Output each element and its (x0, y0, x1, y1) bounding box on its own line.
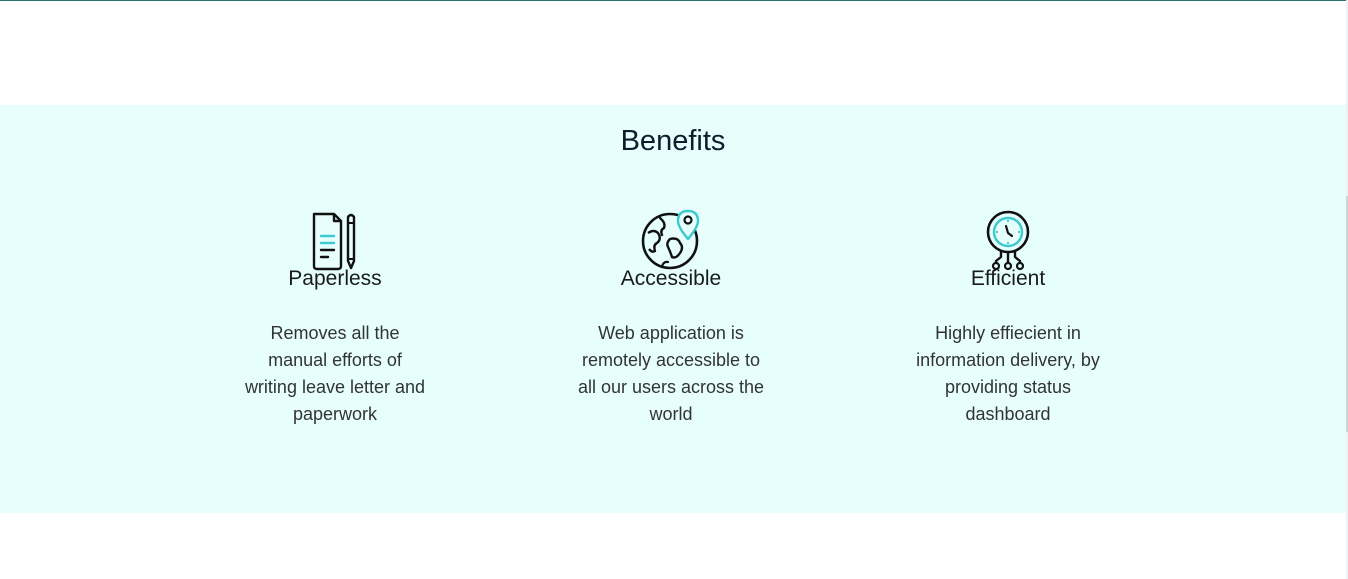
benefit-description: Web application is remotely accessible t… (577, 323, 765, 424)
benefit-description: Removes all the manual efforts of writin… (244, 323, 426, 424)
benefit-description: Highly effiecient in information deliver… (916, 323, 1100, 424)
benefit-title: Accessible (620, 267, 722, 290)
clock-circuit-icon (986, 210, 1030, 271)
globe-location-icon (641, 209, 700, 270)
top-divider (0, 0, 1348, 1)
benefit-title: Paperless (288, 267, 382, 290)
benefit-card-accessible: Accessible Web application is remotely a… (571, 209, 771, 428)
benefit-card-efficient: Efficient Highly effiecient in informati… (908, 209, 1108, 428)
section-title: Benefits (620, 125, 726, 157)
benefit-card-paperless: Paperless Removes all the manual efforts… (235, 209, 435, 428)
document-pencil-icon (312, 212, 356, 271)
benefit-title: Efficient (970, 267, 1046, 290)
benefits-section: Benefits Paperless Removes all the manua… (0, 105, 1346, 513)
